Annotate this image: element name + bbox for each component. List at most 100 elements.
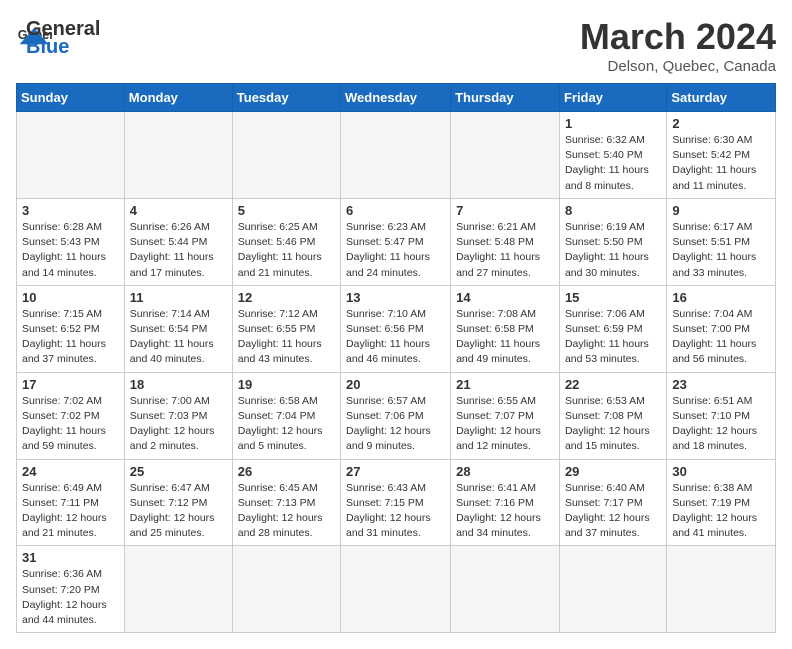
day-info: Sunrise: 7:12 AM Sunset: 6:55 PM Dayligh… xyxy=(238,307,335,368)
day-info: Sunrise: 6:57 AM Sunset: 7:06 PM Dayligh… xyxy=(346,394,445,455)
calendar-day-cell xyxy=(341,112,451,199)
day-info: Sunrise: 6:47 AM Sunset: 7:12 PM Dayligh… xyxy=(130,481,227,542)
day-info: Sunrise: 7:06 AM Sunset: 6:59 PM Dayligh… xyxy=(565,307,661,368)
calendar-day-cell: 31Sunrise: 6:36 AM Sunset: 7:20 PM Dayli… xyxy=(17,546,125,633)
day-info: Sunrise: 6:36 AM Sunset: 7:20 PM Dayligh… xyxy=(22,567,119,628)
day-info: Sunrise: 7:04 AM Sunset: 7:00 PM Dayligh… xyxy=(672,307,770,368)
logo: General General Blue xyxy=(16,16,100,58)
day-info: Sunrise: 6:53 AM Sunset: 7:08 PM Dayligh… xyxy=(565,394,661,455)
title-block: March 2024 Delson, Quebec, Canada xyxy=(580,16,776,75)
calendar-day-cell xyxy=(451,112,560,199)
calendar-table: SundayMondayTuesdayWednesdayThursdayFrid… xyxy=(16,83,776,633)
day-info: Sunrise: 6:30 AM Sunset: 5:42 PM Dayligh… xyxy=(672,133,770,194)
calendar-day-cell: 14 Sunrise: 7:08 AM Sunset: 6:58 PM Dayli… xyxy=(451,285,560,372)
calendar-day-cell: 9 Sunrise: 6:17 AM Sunset: 5:51 PM Daylig… xyxy=(667,198,776,285)
calendar-day-cell: 13 Sunrise: 7:10 AM Sunset: 6:56 PM Dayli… xyxy=(341,285,451,372)
day-info: Sunrise: 6:51 AM Sunset: 7:10 PM Dayligh… xyxy=(672,394,770,455)
location-subtitle: Delson, Quebec, Canada xyxy=(580,58,776,75)
day-info: Sunrise: 6:26 AM Sunset: 5:44 PM Dayligh… xyxy=(130,220,227,281)
day-number: 26 xyxy=(238,464,335,479)
calendar-week-row: 31Sunrise: 6:36 AM Sunset: 7:20 PM Dayli… xyxy=(17,546,776,633)
calendar-day-cell xyxy=(124,546,232,633)
day-number: 29 xyxy=(565,464,661,479)
day-number: 28 xyxy=(456,464,554,479)
day-number: 1 xyxy=(565,116,661,131)
calendar-week-row: 24 Sunrise: 6:49 AM Sunset: 7:11 PM Dayli… xyxy=(17,459,776,546)
day-number: 18 xyxy=(130,377,227,392)
day-number: 22 xyxy=(565,377,661,392)
day-info: Sunrise: 7:10 AM Sunset: 6:56 PM Dayligh… xyxy=(346,307,445,368)
calendar-day-cell xyxy=(559,546,666,633)
calendar-week-row: 1Sunrise: 6:32 AM Sunset: 5:40 PM Daylig… xyxy=(17,112,776,199)
day-header-sunday: Sunday xyxy=(17,84,125,112)
calendar-header-row: SundayMondayTuesdayWednesdayThursdayFrid… xyxy=(17,84,776,112)
calendar-week-row: 17 Sunrise: 7:02 AM Sunset: 7:02 PM Dayli… xyxy=(17,372,776,459)
day-info: Sunrise: 7:08 AM Sunset: 6:58 PM Dayligh… xyxy=(456,307,554,368)
day-info: Sunrise: 6:38 AM Sunset: 7:19 PM Dayligh… xyxy=(672,481,770,542)
day-info: Sunrise: 6:21 AM Sunset: 5:48 PM Dayligh… xyxy=(456,220,554,281)
day-number: 24 xyxy=(22,464,119,479)
calendar-day-cell: 12 Sunrise: 7:12 AM Sunset: 6:55 PM Dayli… xyxy=(232,285,340,372)
calendar-day-cell: 26 Sunrise: 6:45 AM Sunset: 7:13 PM Dayli… xyxy=(232,459,340,546)
day-number: 27 xyxy=(346,464,445,479)
day-info: Sunrise: 6:19 AM Sunset: 5:50 PM Dayligh… xyxy=(565,220,661,281)
day-info: Sunrise: 6:41 AM Sunset: 7:16 PM Dayligh… xyxy=(456,481,554,542)
day-info: Sunrise: 6:55 AM Sunset: 7:07 PM Dayligh… xyxy=(456,394,554,455)
calendar-day-cell: 10Sunrise: 7:15 AM Sunset: 6:52 PM Dayli… xyxy=(17,285,125,372)
day-number: 12 xyxy=(238,290,335,305)
calendar-day-cell: 20Sunrise: 6:57 AM Sunset: 7:06 PM Dayli… xyxy=(341,372,451,459)
day-number: 19 xyxy=(238,377,335,392)
logo-blue-text: Blue xyxy=(26,36,100,58)
day-info: Sunrise: 7:14 AM Sunset: 6:54 PM Dayligh… xyxy=(130,307,227,368)
calendar-day-cell: 15 Sunrise: 7:06 AM Sunset: 6:59 PM Dayli… xyxy=(559,285,666,372)
header: General General Blue March 2024 Delson, … xyxy=(16,16,776,75)
calendar-day-cell: 23 Sunrise: 6:51 AM Sunset: 7:10 PM Dayli… xyxy=(667,372,776,459)
day-number: 3 xyxy=(22,203,119,218)
calendar-day-cell: 16 Sunrise: 7:04 AM Sunset: 7:00 PM Dayli… xyxy=(667,285,776,372)
calendar-week-row: 10Sunrise: 7:15 AM Sunset: 6:52 PM Dayli… xyxy=(17,285,776,372)
day-info: Sunrise: 6:40 AM Sunset: 7:17 PM Dayligh… xyxy=(565,481,661,542)
calendar-day-cell: 1Sunrise: 6:32 AM Sunset: 5:40 PM Daylig… xyxy=(559,112,666,199)
day-info: Sunrise: 6:58 AM Sunset: 7:04 PM Dayligh… xyxy=(238,394,335,455)
day-info: Sunrise: 6:45 AM Sunset: 7:13 PM Dayligh… xyxy=(238,481,335,542)
month-title: March 2024 xyxy=(580,16,776,58)
calendar-day-cell: 19 Sunrise: 6:58 AM Sunset: 7:04 PM Dayli… xyxy=(232,372,340,459)
day-number: 25 xyxy=(130,464,227,479)
calendar-day-cell xyxy=(232,546,340,633)
day-info: Sunrise: 7:00 AM Sunset: 7:03 PM Dayligh… xyxy=(130,394,227,455)
day-header-thursday: Thursday xyxy=(451,84,560,112)
calendar-day-cell xyxy=(451,546,560,633)
calendar-day-cell xyxy=(17,112,125,199)
day-info: Sunrise: 7:02 AM Sunset: 7:02 PM Dayligh… xyxy=(22,394,119,455)
calendar-day-cell: 25 Sunrise: 6:47 AM Sunset: 7:12 PM Dayli… xyxy=(124,459,232,546)
day-number: 21 xyxy=(456,377,554,392)
calendar-day-cell: 22 Sunrise: 6:53 AM Sunset: 7:08 PM Dayli… xyxy=(559,372,666,459)
day-number: 7 xyxy=(456,203,554,218)
day-info: Sunrise: 6:49 AM Sunset: 7:11 PM Dayligh… xyxy=(22,481,119,542)
day-number: 14 xyxy=(456,290,554,305)
day-info: Sunrise: 6:25 AM Sunset: 5:46 PM Dayligh… xyxy=(238,220,335,281)
calendar-week-row: 3Sunrise: 6:28 AM Sunset: 5:43 PM Daylig… xyxy=(17,198,776,285)
calendar-day-cell: 4Sunrise: 6:26 AM Sunset: 5:44 PM Daylig… xyxy=(124,198,232,285)
day-number: 23 xyxy=(672,377,770,392)
calendar-day-cell xyxy=(124,112,232,199)
day-number: 5 xyxy=(238,203,335,218)
calendar-day-cell: 24 Sunrise: 6:49 AM Sunset: 7:11 PM Dayli… xyxy=(17,459,125,546)
day-number: 17 xyxy=(22,377,119,392)
day-header-friday: Friday xyxy=(559,84,666,112)
calendar-day-cell: 7 Sunrise: 6:21 AM Sunset: 5:48 PM Daylig… xyxy=(451,198,560,285)
day-number: 13 xyxy=(346,290,445,305)
calendar-day-cell: 27Sunrise: 6:43 AM Sunset: 7:15 PM Dayli… xyxy=(341,459,451,546)
day-number: 15 xyxy=(565,290,661,305)
calendar-day-cell: 17 Sunrise: 7:02 AM Sunset: 7:02 PM Dayli… xyxy=(17,372,125,459)
calendar-day-cell: 2Sunrise: 6:30 AM Sunset: 5:42 PM Daylig… xyxy=(667,112,776,199)
calendar-day-cell: 5 Sunrise: 6:25 AM Sunset: 5:46 PM Daylig… xyxy=(232,198,340,285)
day-header-monday: Monday xyxy=(124,84,232,112)
day-number: 16 xyxy=(672,290,770,305)
calendar-day-cell: 18 Sunrise: 7:00 AM Sunset: 7:03 PM Dayli… xyxy=(124,372,232,459)
day-info: Sunrise: 6:17 AM Sunset: 5:51 PM Dayligh… xyxy=(672,220,770,281)
calendar-day-cell xyxy=(667,546,776,633)
day-number: 9 xyxy=(672,203,770,218)
calendar-day-cell: 11Sunrise: 7:14 AM Sunset: 6:54 PM Dayli… xyxy=(124,285,232,372)
day-info: Sunrise: 7:15 AM Sunset: 6:52 PM Dayligh… xyxy=(22,307,119,368)
